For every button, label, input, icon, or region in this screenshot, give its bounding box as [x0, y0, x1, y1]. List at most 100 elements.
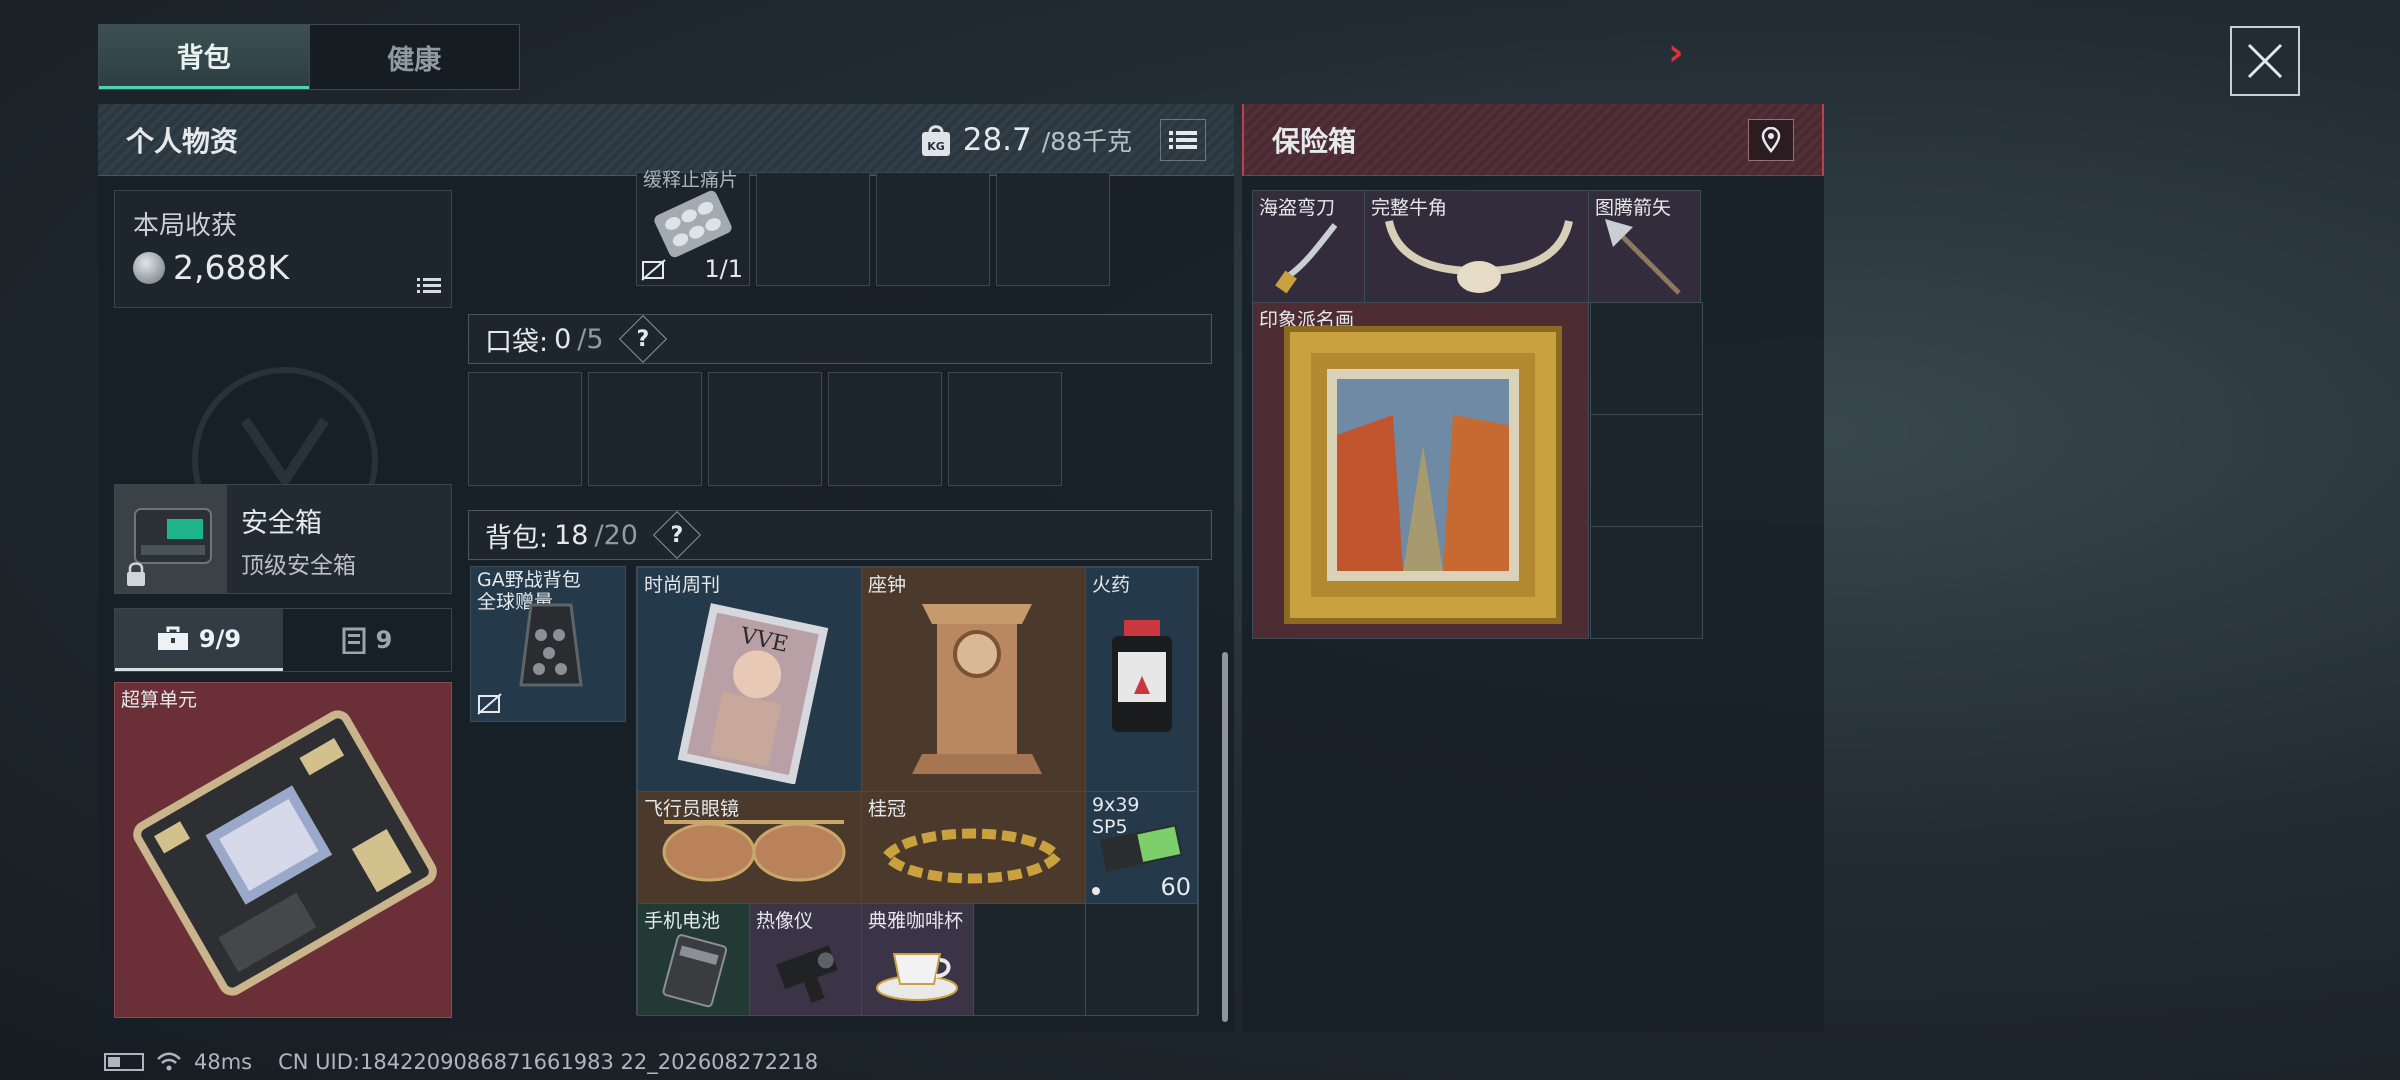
weight-icon: KG: [921, 124, 950, 156]
main-tabs: 背包 健康: [98, 24, 520, 90]
thermal-imager-image: [776, 945, 838, 1003]
painting-image: [1284, 326, 1562, 624]
item-phone-battery[interactable]: 手机电池: [637, 903, 750, 1016]
tab-toolbox[interactable]: 9/9: [115, 609, 283, 671]
empty-slot[interactable]: [756, 172, 870, 286]
ping-text: 48ms: [194, 1050, 253, 1074]
haul-title: 本局收获: [133, 211, 238, 241]
list-icon: [417, 278, 441, 293]
battery-icon: [104, 1053, 144, 1071]
tab-backpack[interactable]: 背包: [99, 25, 309, 89]
toolbox-icon: [157, 626, 188, 650]
gunpowder-image: [1112, 620, 1172, 732]
item-laurel[interactable]: 桂冠: [861, 791, 1086, 904]
safe-box-subtitle: 顶级安全箱: [241, 553, 356, 579]
pocket-slot[interactable]: [588, 372, 702, 486]
empty-slot[interactable]: [1590, 302, 1703, 415]
vault-grid: 海盗弯刀 完整牛角 图腾箭矢 印象派名画: [1252, 190, 1703, 640]
pocket-slots: [468, 372, 1062, 486]
item-label: 火药: [1092, 574, 1131, 596]
item-totem-arrow[interactable]: 图腾箭矢: [1588, 190, 1701, 303]
horn-image: [1385, 219, 1573, 293]
scrollbar[interactable]: [1222, 652, 1228, 1022]
weight-max: /88千克: [1041, 126, 1132, 156]
painkiller-slot[interactable]: 缓释止痛片 1/1: [636, 169, 750, 286]
svg-text:KG: KG: [927, 140, 945, 153]
uid-text: CN UID:1842209086871661983 22_2026082722…: [278, 1050, 819, 1074]
pocket-count: 0: [554, 323, 572, 355]
tab-storage[interactable]: 9: [283, 609, 451, 671]
vault-header: 保险箱: [1242, 104, 1824, 176]
item-label: 热像仪: [756, 910, 814, 932]
laurel-image: [883, 828, 1064, 884]
backpack-capacity: /20: [594, 519, 638, 551]
empty-slot[interactable]: [1590, 526, 1703, 639]
pocket-capacity: /5: [577, 323, 604, 355]
empty-slot[interactable]: [1590, 414, 1703, 527]
pocket-slot[interactable]: [468, 372, 582, 486]
backpack-help-button[interactable]: ?: [652, 510, 701, 560]
item-gunpowder[interactable]: 火药: [1085, 567, 1198, 792]
pocket-label: 口袋:: [485, 326, 549, 358]
ammo-box-image: [1099, 824, 1183, 872]
backpack-label: 背包:: [485, 522, 549, 554]
chevron-right-icon[interactable]: ›: [1668, 30, 1684, 74]
supercomputer-unit-image: [133, 710, 437, 996]
no-insure-icon: [641, 259, 666, 281]
lock-icon: [127, 562, 145, 586]
item-clock[interactable]: 座钟: [861, 567, 1086, 792]
item-label: 典雅咖啡杯: [868, 910, 964, 932]
top-slots: 缓释止痛片 1/1: [636, 169, 1110, 286]
arrow-image: [1605, 219, 1681, 295]
item-complete-horn[interactable]: 完整牛角: [1364, 190, 1589, 303]
locate-button[interactable]: [1748, 118, 1794, 161]
item-impressionist-painting[interactable]: 印象派名画: [1252, 302, 1589, 639]
coffee-cup-image: [876, 953, 958, 1001]
safe-box-card[interactable]: 安全箱 顶级安全箱: [114, 484, 452, 594]
cabinet-icon: [342, 627, 366, 654]
backpack-bar: 背包: 18/20 ?: [468, 510, 1212, 560]
empty-slot[interactable]: [876, 172, 990, 286]
glasses-image: [662, 820, 846, 882]
component-slot[interactable]: 超算单元: [114, 682, 452, 1018]
location-pin-icon: [1761, 126, 1781, 153]
clock-image: [912, 604, 1042, 774]
painkiller-qty: 1/1: [704, 255, 743, 283]
pocket-slot[interactable]: [828, 372, 942, 486]
item-label: 手机电池: [644, 910, 721, 932]
item-ammo[interactable]: 9x39 SP5 60: [1085, 791, 1198, 904]
magazine-image: VVE: [677, 603, 829, 784]
close-button[interactable]: [2230, 26, 2300, 96]
item-label: 座钟: [868, 574, 907, 596]
equipment-tabs: 9/9 9: [114, 608, 452, 672]
empty-slot[interactable]: [996, 172, 1110, 286]
pocket-slot[interactable]: [948, 372, 1062, 486]
haul-value: 2,688K: [173, 248, 290, 287]
personal-title: 个人物资: [126, 124, 239, 158]
item-pirate-cutlass[interactable]: 海盗弯刀: [1252, 190, 1365, 303]
item-aviator-glasses[interactable]: 飞行员眼镜: [637, 791, 862, 904]
component-label: 超算单元: [121, 689, 198, 711]
tab-health[interactable]: 健康: [308, 25, 520, 89]
backpack-image: [519, 603, 583, 687]
dot-icon: [1092, 887, 1100, 895]
safe-box-title: 安全箱: [241, 508, 322, 539]
ammo-qty: 60: [1160, 873, 1191, 901]
pocket-bar: 口袋: 0/5 ?: [468, 314, 1212, 364]
safe-box-image: [115, 485, 227, 593]
item-coffee-cup[interactable]: 典雅咖啡杯: [861, 903, 974, 1016]
empty-slot[interactable]: [973, 903, 1086, 1016]
haul-card[interactable]: 本局收获 2,688K: [114, 190, 452, 308]
empty-slot[interactable]: [1085, 903, 1198, 1016]
sort-list-button[interactable]: [1160, 118, 1206, 161]
battery-image: [662, 934, 728, 1008]
list-icon: [1169, 130, 1197, 149]
item-thermal-imager[interactable]: 热像仪: [749, 903, 862, 1016]
pocket-slot[interactable]: [708, 372, 822, 486]
close-icon: [2247, 43, 2283, 79]
item-magazine[interactable]: 时尚周刊 VVE: [637, 567, 862, 792]
status-bar: 48ms CN UID:1842209086871661983 22_20260…: [104, 1050, 818, 1074]
wifi-icon: [157, 1052, 181, 1071]
pocket-help-button[interactable]: ?: [618, 314, 667, 364]
backpack-equip-slot[interactable]: GA野战背包 全球赠量: [470, 566, 626, 722]
